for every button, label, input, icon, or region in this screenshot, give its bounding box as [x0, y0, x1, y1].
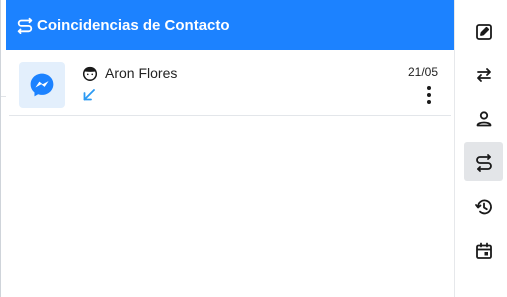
calendar-event-icon: [474, 241, 494, 261]
swap-route-icon: [474, 152, 494, 172]
user-face-icon: [81, 64, 99, 82]
contact-profile-button[interactable]: [464, 99, 503, 138]
transfer-arrows-icon: [474, 65, 494, 85]
history-button[interactable]: [464, 187, 503, 226]
match-date: 21/05: [407, 65, 438, 79]
transfer-button[interactable]: [464, 55, 503, 94]
arrow-down-left-icon: [82, 88, 96, 102]
contact-name[interactable]: Aron Flores: [105, 65, 177, 81]
person-icon: [474, 109, 494, 129]
channel-badge: [19, 62, 65, 108]
contact-matches-button[interactable]: [464, 142, 503, 181]
contact-matches-panel: Coincidencias de Contacto Aron Flores 21…: [0, 0, 454, 297]
contact-info: Aron Flores: [81, 64, 177, 82]
swap-route-icon: [15, 15, 35, 35]
left-divider: [1, 50, 6, 97]
calendar-button[interactable]: [464, 231, 503, 270]
messenger-icon: [28, 71, 56, 99]
edit-icon: [474, 22, 494, 42]
contact-match-row[interactable]: Aron Flores 21/05: [9, 50, 451, 116]
edit-button[interactable]: [464, 12, 503, 51]
more-vertical-icon[interactable]: [425, 86, 433, 104]
side-toolbar: [454, 0, 507, 297]
panel-title: Coincidencias de Contacto: [37, 16, 230, 34]
panel-header: Coincidencias de Contacto: [6, 0, 454, 50]
app-root: Coincidencias de Contacto Aron Flores 21…: [0, 0, 507, 297]
history-icon: [474, 197, 494, 217]
